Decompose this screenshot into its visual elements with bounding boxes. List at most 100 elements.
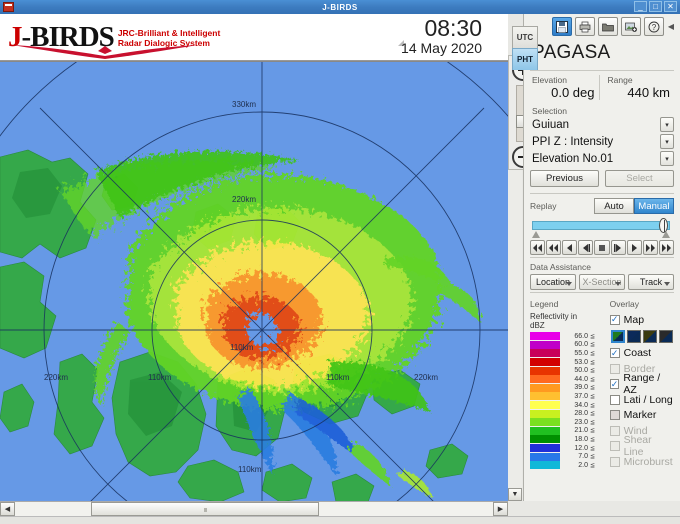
replay-timeline-track[interactable] bbox=[532, 221, 670, 230]
transport-step-back[interactable] bbox=[562, 240, 578, 255]
legend-swatch bbox=[530, 426, 560, 435]
panel-toolbar: ? ◀ bbox=[530, 14, 674, 40]
scroll-track[interactable] bbox=[15, 502, 493, 516]
selection-elevation-dropdown-icon[interactable]: ▾ bbox=[660, 151, 674, 166]
save-icon[interactable] bbox=[551, 17, 572, 36]
legend-swatch bbox=[530, 452, 560, 461]
radar-horizontal-scrollbar[interactable]: ◀ ▶ bbox=[0, 501, 508, 516]
legend-swatch bbox=[530, 392, 560, 401]
legend-subtitle-line2: dBZ bbox=[530, 321, 545, 330]
divider-2 bbox=[530, 193, 674, 194]
scroll-left-arrow[interactable]: ◀ bbox=[0, 502, 15, 516]
replay-timeline[interactable] bbox=[530, 218, 674, 238]
location-button[interactable]: Location bbox=[530, 274, 576, 290]
export-image-icon[interactable] bbox=[620, 17, 641, 36]
data-assistance-buttons: Location X-Section Track bbox=[530, 274, 674, 290]
timezone-tabs[interactable]: UTC PHT bbox=[512, 26, 540, 70]
overlay-item-lati-long[interactable]: Lati / Long bbox=[609, 392, 674, 408]
overlay-item-range-az[interactable]: ✓ Range / AZ bbox=[609, 372, 674, 396]
legend-swatch bbox=[530, 461, 560, 470]
selection-site-row[interactable]: Guiuan ▾ bbox=[530, 117, 674, 132]
collapse-panel-icon[interactable]: ◀ bbox=[668, 22, 674, 31]
timeline-end-marker bbox=[662, 231, 670, 238]
legend-swatch bbox=[530, 383, 560, 392]
legend-row: 21.0 ≦ bbox=[530, 426, 606, 436]
select-button[interactable]: Select bbox=[605, 170, 674, 187]
transport-next-frame[interactable] bbox=[610, 240, 626, 255]
radar-display[interactable]: 330km 220km 220km 110km 110km 110km 220k… bbox=[0, 61, 508, 501]
transport-forward-fast[interactable] bbox=[642, 240, 658, 255]
legend-row: 28.0 ≦ bbox=[530, 409, 606, 418]
bird-logo-icon bbox=[12, 45, 198, 59]
replay-mode-manual[interactable]: Manual bbox=[634, 198, 674, 214]
selection-site-dropdown-icon[interactable]: ▾ bbox=[660, 117, 674, 132]
selection-product-dropdown-icon[interactable]: ▾ bbox=[660, 134, 674, 149]
checkbox[interactable]: ✓ bbox=[609, 379, 620, 390]
maximize-button[interactable]: □ bbox=[649, 1, 662, 12]
legend-swatch bbox=[530, 340, 560, 349]
transport-play[interactable] bbox=[626, 240, 642, 255]
map-color-swatch[interactable] bbox=[658, 329, 673, 343]
checkbox bbox=[609, 441, 620, 452]
scroll-thumb[interactable] bbox=[91, 502, 319, 516]
transport-last[interactable] bbox=[658, 240, 674, 255]
overlay-label: Marker bbox=[623, 409, 657, 422]
scroll-right-arrow[interactable]: ▶ bbox=[493, 502, 508, 516]
tab-utc[interactable]: UTC bbox=[512, 26, 538, 48]
map-color-swatches[interactable] bbox=[610, 329, 674, 343]
replay-mode-auto[interactable]: Auto bbox=[594, 198, 634, 214]
elevation-value: 0.0 deg bbox=[551, 85, 595, 100]
scroll-down-arrow[interactable]: ▼ bbox=[508, 488, 522, 501]
print-icon[interactable] bbox=[574, 17, 595, 36]
overlay-label: Coast bbox=[623, 347, 652, 360]
legend-row: 39.0 ≦ bbox=[530, 383, 606, 393]
overlay-item-marker[interactable]: Marker bbox=[609, 408, 674, 424]
replay-header: Replay Auto Manual bbox=[530, 198, 674, 214]
legend-overlay-row: Legend Reflectivity in dBZ 66.0 ≦ 60.0 ≦ 55.… bbox=[530, 299, 674, 470]
legend-unit: ≦ bbox=[590, 454, 596, 461]
legend-unit: ≦ bbox=[590, 393, 596, 400]
legend-unit: ≦ bbox=[590, 411, 596, 418]
radar-canvas[interactable]: 330km 220km 220km 110km 110km 110km 220k… bbox=[0, 62, 508, 501]
map-color-swatch[interactable] bbox=[610, 329, 625, 343]
legend-panel: Legend Reflectivity in dBZ 66.0 ≦ 60.0 ≦ 55.… bbox=[530, 299, 606, 470]
legend-unit: ≦ bbox=[590, 333, 596, 340]
legend-unit: ≦ bbox=[590, 445, 596, 452]
checkbox[interactable]: ✓ bbox=[609, 348, 620, 359]
overlay-item-coast[interactable]: ✓ Coast bbox=[609, 346, 674, 362]
checkbox[interactable] bbox=[609, 394, 620, 405]
legend-unit: ≦ bbox=[590, 368, 596, 375]
close-button[interactable]: ✕ bbox=[664, 1, 677, 12]
tab-pht[interactable]: PHT bbox=[512, 48, 538, 70]
x-section-button[interactable]: X-Section bbox=[579, 274, 625, 290]
transport-first[interactable] bbox=[530, 240, 546, 255]
legend-row: 60.0 ≦ bbox=[530, 340, 606, 350]
checkbox[interactable]: ✓ bbox=[609, 314, 620, 325]
selection-elevation-row[interactable]: Elevation No.01 ▾ bbox=[530, 151, 674, 166]
map-color-swatch[interactable] bbox=[642, 329, 657, 343]
track-button[interactable]: Track bbox=[628, 274, 674, 290]
open-folder-icon[interactable] bbox=[597, 17, 618, 36]
legend-row: 66.0 ≦ bbox=[530, 332, 606, 341]
help-icon[interactable]: ? bbox=[643, 17, 664, 36]
selection-product-row[interactable]: PPI Z : Intensity ▾ bbox=[530, 134, 674, 149]
legend-value: 39.0 bbox=[574, 384, 588, 392]
legend-value: 18.0 bbox=[574, 435, 588, 443]
application-window: J-BIRDS _ □ ✕ J-BIRDS JRC-Brilliant & In… bbox=[0, 0, 680, 524]
legend-unit: ≦ bbox=[590, 376, 596, 383]
overlay-label: Shear Line bbox=[623, 434, 652, 459]
legend-row: 37.0 ≦ bbox=[530, 392, 606, 401]
transport-rewind-fast[interactable] bbox=[546, 240, 562, 255]
legend-value: 23.0 bbox=[574, 418, 588, 426]
replay-mode-toggle[interactable]: Auto Manual bbox=[594, 198, 674, 214]
overlay-label: Map bbox=[623, 313, 645, 326]
overlay-item-map[interactable]: ✓ Map bbox=[609, 312, 674, 328]
checkbox[interactable] bbox=[609, 410, 620, 421]
minimize-button[interactable]: _ bbox=[634, 1, 647, 12]
transport-stop[interactable] bbox=[594, 240, 610, 255]
legend-swatch bbox=[530, 358, 560, 367]
map-color-swatch[interactable] bbox=[626, 329, 641, 343]
checkbox bbox=[609, 363, 620, 374]
previous-button[interactable]: Previous bbox=[530, 170, 599, 187]
transport-prev-frame[interactable] bbox=[578, 240, 594, 255]
